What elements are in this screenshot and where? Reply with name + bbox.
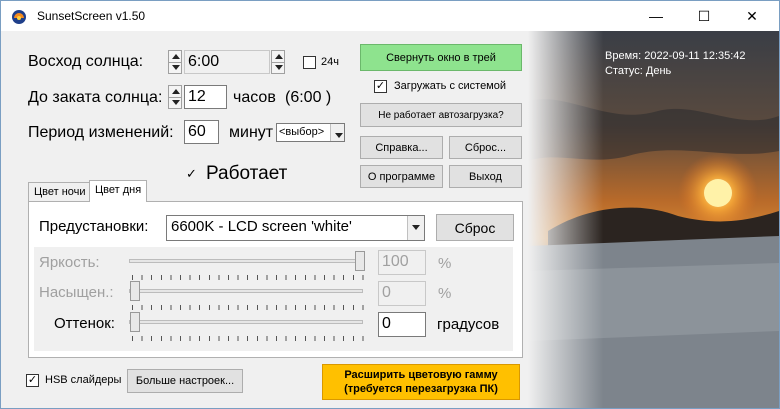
- sunset-label: До заката солнца:: [28, 89, 163, 106]
- about-button[interactable]: О программе: [360, 165, 443, 188]
- sunset-picture: [528, 31, 779, 408]
- period-input[interactable]: 60: [184, 120, 219, 144]
- brightness-label: Яркость:: [39, 254, 100, 271]
- sunset-computed: (6:00 ): [285, 89, 332, 106]
- hsb-checkbox[interactable]: ✓: [26, 374, 39, 387]
- help-button[interactable]: Справка...: [360, 136, 443, 159]
- time-readout: Время: 2022-09-11 12:35:42: [605, 50, 746, 62]
- day-color-panel: Предустановки: 6600K - LCD screen 'white…: [28, 201, 523, 358]
- brightness-input[interactable]: 100: [378, 250, 426, 275]
- app-window: SunsetScreen v1.50 — ☐ ✕ Восход солнца: …: [0, 0, 780, 409]
- reset-button[interactable]: Сброс...: [449, 136, 522, 159]
- saturation-unit: %: [438, 285, 452, 302]
- close-icon: ✕: [746, 7, 758, 24]
- brightness-track: [129, 259, 363, 263]
- expand-gamma-button[interactable]: Расширить цветовую гамму (требуется пере…: [322, 364, 520, 400]
- window-title: SunsetScreen v1.50: [37, 9, 146, 23]
- more-settings-button[interactable]: Больше настроек...: [127, 369, 243, 393]
- period-label: Период изменений:: [28, 124, 174, 141]
- app-icon: [12, 10, 26, 24]
- presets-select-value: 6600K - LCD screen 'white': [171, 218, 352, 235]
- tab-night-color[interactable]: Цвет ночи: [28, 182, 92, 202]
- period-select-value: <выбор>: [279, 126, 325, 138]
- period-unit: минут: [229, 124, 274, 141]
- sunset-unit: часов: [233, 89, 276, 106]
- startup-label: Загружать с системой: [394, 80, 507, 92]
- minimize-button[interactable]: —: [633, 1, 679, 31]
- minimize-icon: —: [649, 8, 663, 24]
- presets-reset-button[interactable]: Сброс: [436, 214, 514, 241]
- close-button[interactable]: ✕: [729, 1, 775, 31]
- brightness-ticks: [132, 275, 364, 280]
- status-readout: Статус: День: [605, 65, 672, 77]
- sunrise-input[interactable]: 6:00: [184, 50, 270, 74]
- hue-unit: градусов: [437, 316, 500, 333]
- maximize-button[interactable]: ☐: [681, 1, 727, 31]
- startup-checkbox[interactable]: ✓: [374, 80, 387, 93]
- expand-gamma-line1: Расширить цветовую гамму: [344, 369, 498, 381]
- saturation-label: Насыщен.:: [39, 284, 114, 301]
- saturation-slider[interactable]: [130, 281, 140, 301]
- autostart-help-button[interactable]: Не работает автозагрузка?: [360, 103, 522, 127]
- hue-track: [129, 320, 363, 324]
- minimize-to-tray-button[interactable]: Свернуть окно в трей: [360, 44, 522, 71]
- chevron-down-icon: [330, 124, 344, 141]
- saturation-ticks: [132, 305, 364, 310]
- expand-gamma-line2: (требуется перезагрузка ПК): [344, 383, 498, 395]
- brightness-slider[interactable]: [355, 251, 365, 271]
- period-select[interactable]: <выбор>: [276, 123, 345, 142]
- h24-label: 24ч: [321, 56, 339, 68]
- presets-label: Предустановки:: [39, 218, 149, 235]
- brightness-unit: %: [438, 255, 452, 272]
- hue-slider[interactable]: [130, 312, 140, 332]
- saturation-input[interactable]: 0: [378, 281, 426, 306]
- h24-checkbox[interactable]: [303, 56, 316, 69]
- sunrise-label: Восход солнца:: [28, 53, 144, 70]
- sunset-spinner[interactable]: [168, 85, 182, 109]
- hue-ticks: [132, 336, 364, 341]
- saturation-track: [129, 289, 363, 293]
- working-label: Работает: [206, 163, 288, 184]
- sunset-input[interactable]: 12: [184, 85, 227, 109]
- hue-input[interactable]: 0: [378, 312, 426, 337]
- hue-label: Оттенок:: [54, 315, 115, 332]
- exit-button[interactable]: Выход: [449, 165, 522, 188]
- sunset-image: Время: 2022-09-11 12:35:42 Статус: День: [528, 31, 779, 408]
- sunrise-spinner-right[interactable]: [271, 50, 285, 74]
- client-area: Восход солнца: 6:00 24ч До заката солнца…: [1, 31, 779, 408]
- chevron-down-icon: [407, 216, 424, 240]
- presets-select[interactable]: 6600K - LCD screen 'white': [166, 215, 425, 241]
- working-checkbox[interactable]: ✓: [185, 167, 198, 181]
- sunrise-spinner-left[interactable]: [168, 50, 182, 74]
- hsb-label: HSB слайдеры: [45, 374, 122, 386]
- maximize-icon: ☐: [697, 7, 711, 24]
- title-bar[interactable]: SunsetScreen v1.50 — ☐ ✕: [1, 1, 779, 31]
- tab-day-color[interactable]: Цвет дня: [89, 180, 148, 202]
- sliders-group: Яркость: 100 % Насыщен.: 0 % Оттенок: 0: [34, 247, 513, 351]
